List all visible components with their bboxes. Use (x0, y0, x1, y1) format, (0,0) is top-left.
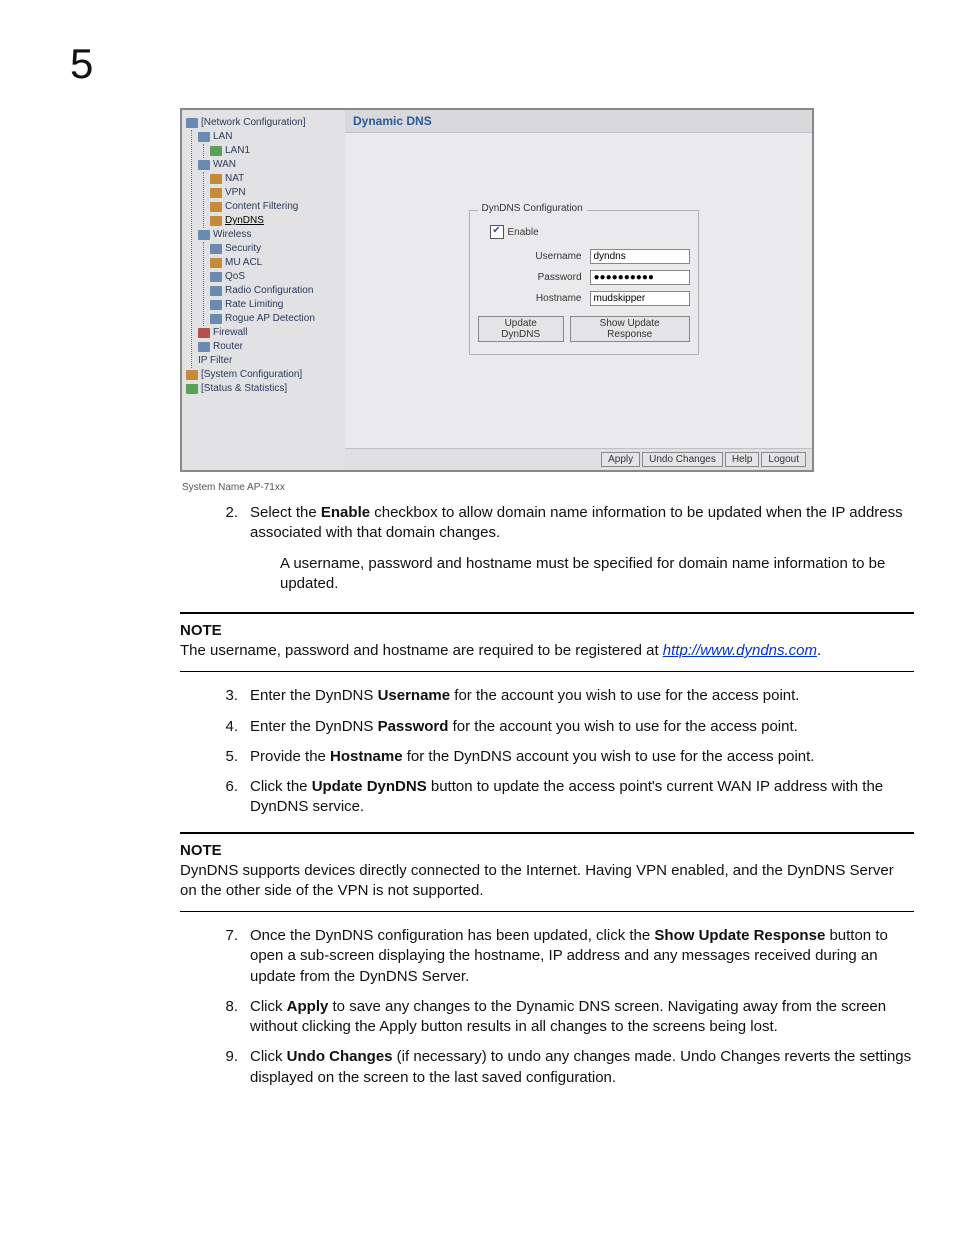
muacl-icon (210, 258, 222, 268)
step-4: 4.Enter the DynDNS Password for the acco… (220, 717, 914, 737)
tree-dyndns[interactable]: DynDNS (210, 214, 341, 228)
step-8: 8.Click Apply to save any changes to the… (220, 997, 914, 1038)
radio-icon (210, 286, 222, 296)
note-1: NOTE The username, password and hostname… (180, 612, 914, 672)
tree-rate[interactable]: Rate Limiting (210, 298, 341, 312)
tree-nat[interactable]: NAT (210, 172, 341, 186)
network-icon (186, 118, 198, 128)
tree-syscfg[interactable]: [System Configuration] (186, 368, 341, 382)
hostname-row: Hostname (478, 291, 690, 306)
router-icon (198, 342, 210, 352)
step-2-sub: A username, password and hostname must b… (280, 554, 914, 595)
dyndns-fieldset: DynDNS Configuration ✔ Enable Username P… (469, 210, 699, 355)
wireless-icon (198, 230, 210, 240)
tree-stats[interactable]: [Status & Statistics] (186, 382, 341, 396)
nav-tree: [Network Configuration] LAN LAN1 WAN NAT… (182, 110, 345, 470)
filter-icon (210, 202, 222, 212)
tree-cf[interactable]: Content Filtering (210, 200, 341, 214)
tree-lan1[interactable]: LAN1 (210, 144, 341, 158)
help-button[interactable]: Help (725, 452, 760, 467)
rate-icon (210, 300, 222, 310)
lan1-icon (210, 146, 222, 156)
undo-button[interactable]: Undo Changes (642, 452, 723, 467)
tree-wireless[interactable]: Wireless (198, 228, 341, 242)
tree-security[interactable]: Security (210, 242, 341, 256)
note-title-2: NOTE (180, 842, 914, 859)
step-3: 3.Enter the DynDNS Username for the acco… (220, 686, 914, 706)
tree-rogue[interactable]: Rogue AP Detection (210, 312, 341, 326)
tree-ipfilter[interactable]: IP Filter (198, 354, 341, 368)
step-7: 7.Once the DynDNS configuration has been… (220, 926, 914, 987)
vpn-icon (210, 188, 222, 198)
password-input[interactable] (590, 270, 690, 285)
syscfg-icon (186, 370, 198, 380)
footer-bar: Apply Undo Changes Help Logout (345, 448, 812, 470)
rogue-icon (210, 314, 222, 324)
tree-firewall[interactable]: Firewall (198, 326, 341, 340)
content-pane: Dynamic DNS DynDNS Configuration ✔ Enabl… (345, 110, 812, 470)
tree-wan[interactable]: WAN (198, 158, 341, 172)
dyndns-icon (210, 216, 222, 226)
qos-icon (210, 272, 222, 282)
screenshot: [Network Configuration] LAN LAN1 WAN NAT… (180, 108, 814, 472)
tree-vpn[interactable]: VPN (210, 186, 341, 200)
chapter-number: 5 (70, 40, 914, 88)
fieldset-legend: DynDNS Configuration (478, 203, 587, 214)
security-icon (210, 244, 222, 254)
note-1-text: The username, password and hostname are … (180, 641, 914, 661)
enable-label: Enable (508, 227, 539, 238)
dyndns-link[interactable]: http://www.dyndns.com (663, 642, 817, 659)
firewall-icon (198, 328, 210, 338)
hostname-label: Hostname (522, 293, 582, 304)
update-dyndns-button[interactable]: Update DynDNS (478, 316, 564, 342)
logout-button[interactable]: Logout (761, 452, 806, 467)
content-title: Dynamic DNS (345, 110, 812, 133)
step-9: 9.Click Undo Changes (if necessary) to u… (220, 1047, 914, 1088)
step-2: 2.Select the Enable checkbox to allow do… (220, 503, 914, 544)
tree-qos[interactable]: QoS (210, 270, 341, 284)
show-response-button[interactable]: Show Update Response (570, 316, 690, 342)
note-title: NOTE (180, 622, 914, 639)
config-panel: DynDNS Configuration ✔ Enable Username P… (469, 210, 699, 355)
tree-radio[interactable]: Radio Configuration (210, 284, 341, 298)
stats-icon (186, 384, 198, 394)
username-row: Username (478, 249, 690, 264)
apply-button[interactable]: Apply (601, 452, 640, 467)
enable-checkbox[interactable]: ✔ (490, 225, 504, 239)
lan-icon (198, 132, 210, 142)
note-2: NOTE DynDNS supports devices directly co… (180, 832, 914, 913)
system-name: System Name AP-71xx (182, 482, 914, 493)
note-2-text: DynDNS supports devices directly connect… (180, 861, 914, 902)
password-label: Password (522, 272, 582, 283)
tree-muacl[interactable]: MU ACL (210, 256, 341, 270)
nat-icon (210, 174, 222, 184)
username-label: Username (522, 251, 582, 262)
username-input[interactable] (590, 249, 690, 264)
password-row: Password (478, 270, 690, 285)
step-5: 5.Provide the Hostname for the DynDNS ac… (220, 747, 914, 767)
enable-row: ✔ Enable (490, 225, 690, 239)
screenshot-body: [Network Configuration] LAN LAN1 WAN NAT… (182, 110, 812, 470)
tree-root[interactable]: [Network Configuration] (186, 116, 341, 130)
step-6: 6.Click the Update DynDNS button to upda… (220, 777, 914, 818)
page: 5 [Network Configuration] LAN LAN1 WAN N… (0, 40, 954, 1138)
button-row: Update DynDNS Show Update Response (478, 316, 690, 342)
tree-lan[interactable]: LAN (198, 130, 341, 144)
tree-router[interactable]: Router (198, 340, 341, 354)
wan-icon (198, 160, 210, 170)
hostname-input[interactable] (590, 291, 690, 306)
